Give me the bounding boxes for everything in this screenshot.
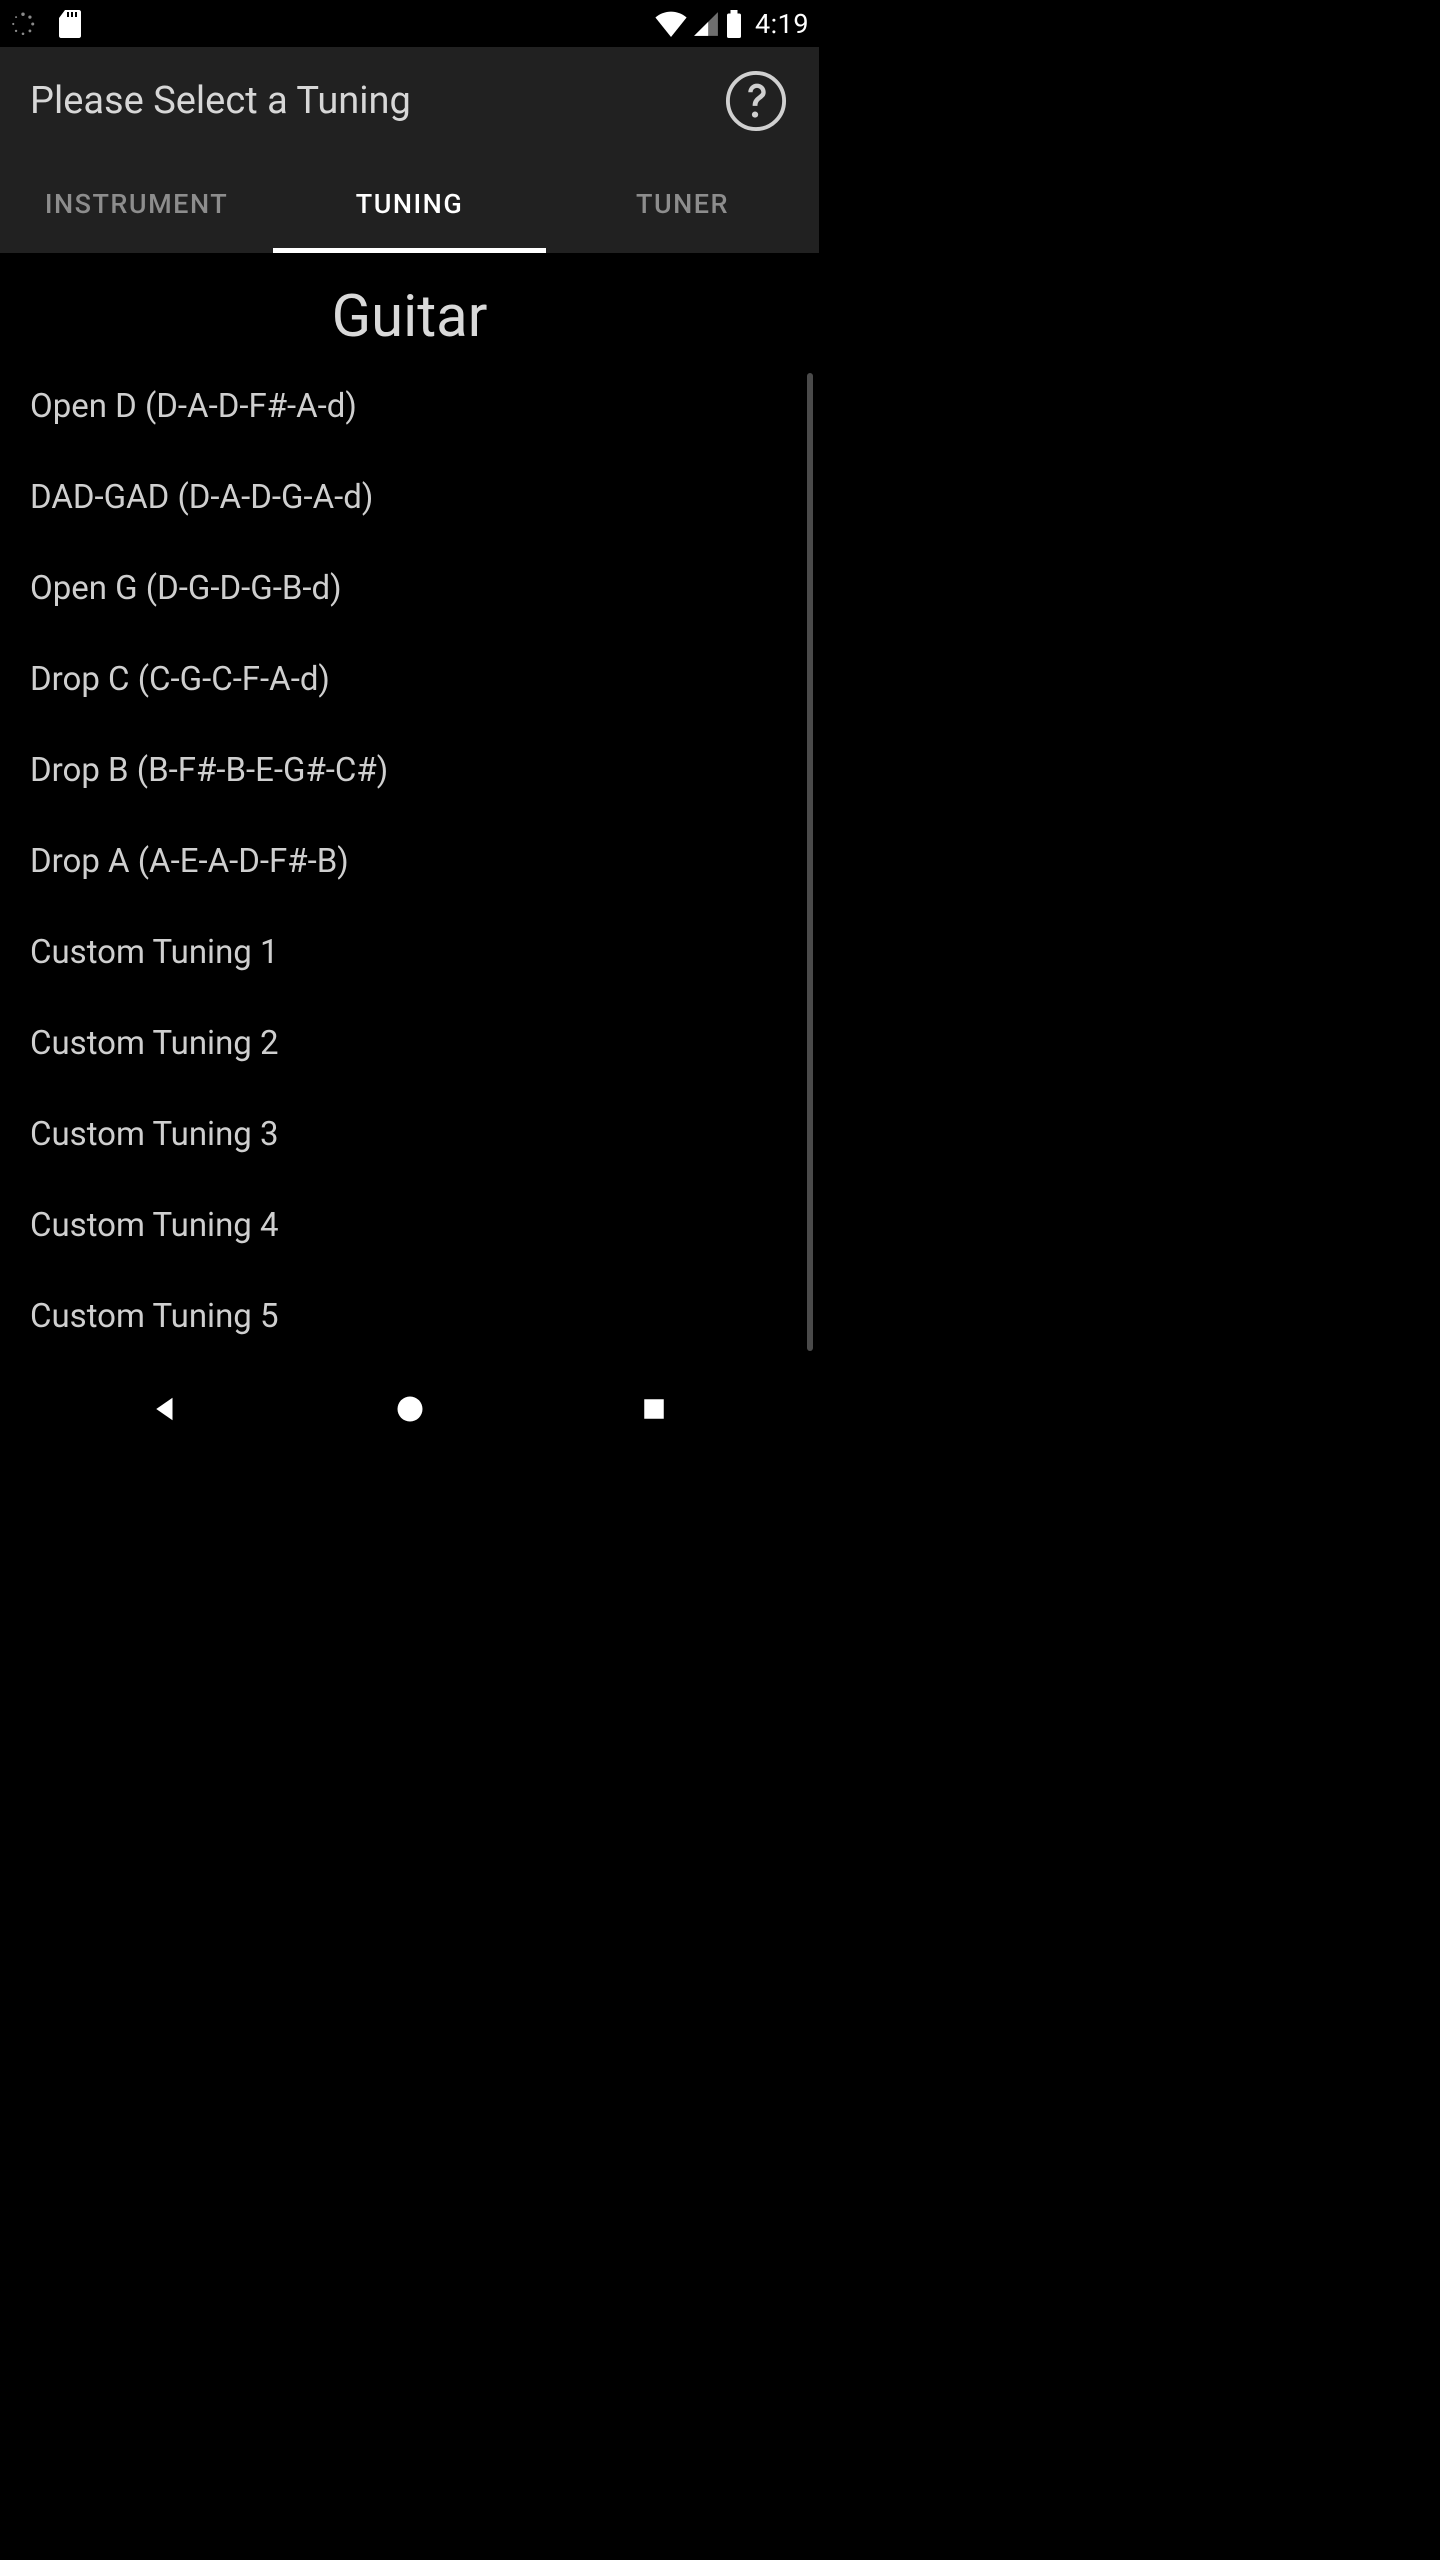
list-item-label: Custom Tuning 5 (30, 1297, 279, 1336)
nav-home-button[interactable] (330, 1379, 490, 1439)
tuning-item-drop-a[interactable]: Drop A (A-E-A-D-F#-B) (30, 816, 789, 907)
tuning-item-custom-3[interactable]: Custom Tuning 3 (30, 1089, 789, 1180)
tab-label: INSTRUMENT (45, 188, 228, 220)
status-bar: 4:19 (0, 0, 819, 47)
tuning-item-custom-1[interactable]: Custom Tuning 1 (30, 907, 789, 998)
recents-square-icon (641, 1396, 667, 1422)
list-item-label: Custom Tuning 1 (30, 933, 279, 972)
nav-back-button[interactable] (85, 1379, 245, 1439)
tab-tuning[interactable]: TUNING (273, 155, 546, 253)
help-button[interactable] (723, 68, 789, 134)
tuning-item-custom-5[interactable]: Custom Tuning 5 (30, 1271, 789, 1361)
list-item-label: Drop B (B-F#-B-E-G#-C#) (30, 751, 388, 790)
cell-signal-icon (693, 11, 719, 37)
tuning-item-drop-b[interactable]: Drop B (B-F#-B-E-G#-C#) (30, 725, 789, 816)
battery-icon (725, 10, 743, 38)
tab-instrument[interactable]: INSTRUMENT (0, 155, 273, 253)
system-nav-bar (0, 1361, 819, 1456)
wifi-icon (655, 11, 687, 37)
help-icon (725, 70, 787, 132)
list-item-label: Custom Tuning 2 (30, 1024, 279, 1063)
status-clock: 4:19 (755, 8, 809, 40)
status-left (10, 10, 82, 38)
tab-label: TUNING (356, 188, 463, 220)
scrollbar[interactable] (807, 373, 813, 1351)
sd-card-icon (58, 10, 82, 38)
section-heading: Guitar (0, 283, 819, 351)
loading-spinner-icon (10, 11, 36, 37)
tuning-item-open-g[interactable]: Open G (D-G-D-G-B-d) (30, 543, 789, 634)
list-item-label: DAD-GAD (D-A-D-G-A-d) (30, 478, 373, 517)
tab-row: INSTRUMENT TUNING TUNER (0, 155, 819, 253)
tuning-list: Open D (D-A-D-F#-A-d) DAD-GAD (D-A-D-G-A… (0, 361, 819, 1361)
tab-label: TUNER (636, 188, 729, 220)
page-title: Please Select a Tuning (30, 79, 411, 123)
tuning-item-open-d[interactable]: Open D (D-A-D-F#-A-d) (30, 361, 789, 452)
list-item-label: Drop A (A-E-A-D-F#-B) (30, 842, 349, 881)
app-bar: Please Select a Tuning INSTRUMENT TUNING… (0, 47, 819, 253)
home-circle-icon (395, 1394, 425, 1424)
tuning-item-custom-4[interactable]: Custom Tuning 4 (30, 1180, 789, 1271)
list-item-label: Custom Tuning 3 (30, 1115, 279, 1154)
tuning-item-custom-2[interactable]: Custom Tuning 2 (30, 998, 789, 1089)
tuning-item-dad-gad[interactable]: DAD-GAD (D-A-D-G-A-d) (30, 452, 789, 543)
list-item-label: Open D (D-A-D-F#-A-d) (30, 387, 357, 426)
list-item-label: Drop C (C-G-C-F-A-d) (30, 660, 330, 699)
list-item-label: Custom Tuning 4 (30, 1206, 279, 1245)
list-item-label: Open G (D-G-D-G-B-d) (30, 569, 342, 608)
content-area: Guitar Open D (D-A-D-F#-A-d) DAD-GAD (D-… (0, 253, 819, 1361)
tuning-item-drop-c[interactable]: Drop C (C-G-C-F-A-d) (30, 634, 789, 725)
nav-recents-button[interactable] (574, 1379, 734, 1439)
title-row: Please Select a Tuning (0, 47, 819, 155)
tab-tuner[interactable]: TUNER (546, 155, 819, 253)
status-right: 4:19 (655, 8, 809, 40)
back-triangle-icon (150, 1394, 180, 1424)
